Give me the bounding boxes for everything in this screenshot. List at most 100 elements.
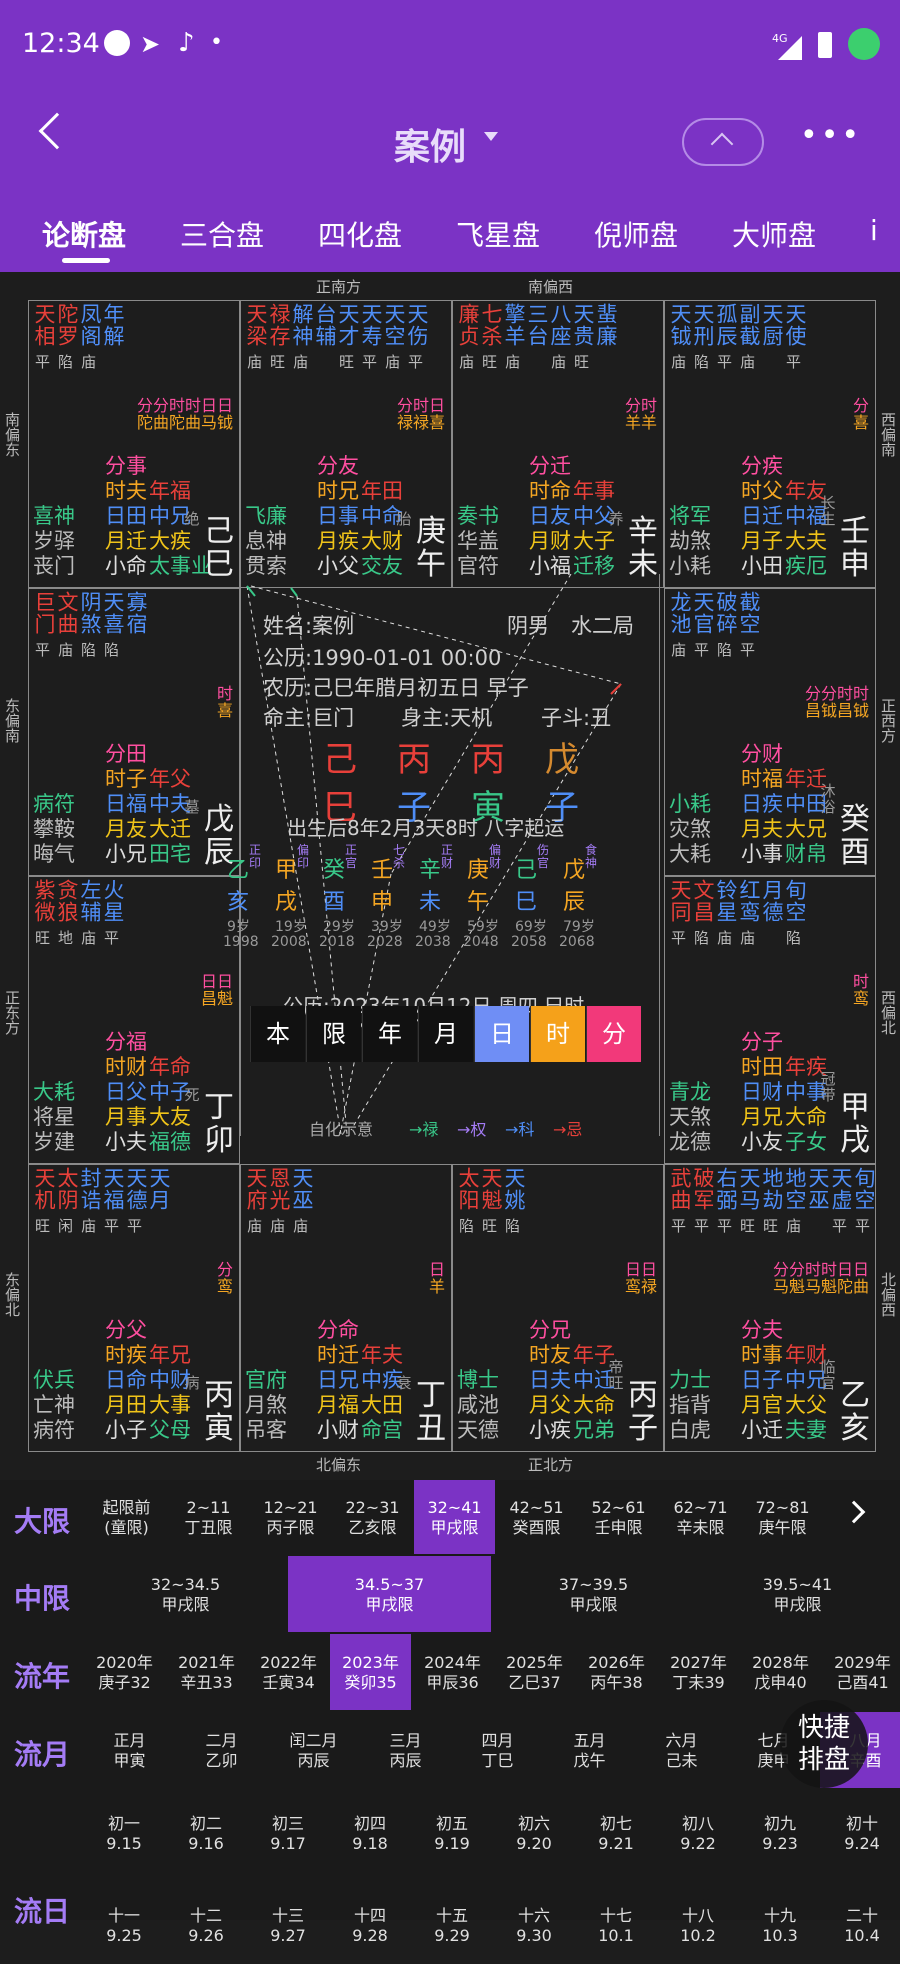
day-cell[interactable]: 十二 9.26 — [166, 1884, 246, 1964]
day-cell[interactable]: 十六 9.30 — [494, 1884, 574, 1964]
timeline-cell[interactable]: 闰二月 丙辰 — [268, 1712, 359, 1788]
flow-palace-label: 大兄 — [785, 817, 827, 841]
timeline-cell[interactable]: 52~61 壬申限 — [578, 1480, 659, 1554]
flow-palace-label: 年命 — [149, 1055, 191, 1079]
chevron-down-icon[interactable] — [484, 132, 498, 141]
collapse-button[interactable] — [682, 118, 764, 166]
timeline-cell[interactable]: 四月 丁巳 — [452, 1712, 543, 1788]
timeline-cell[interactable]: 六月 己未 — [636, 1712, 727, 1788]
chevron-right-icon[interactable] — [842, 1500, 866, 1524]
timeline-cell[interactable]: 2028年 戊申40 — [740, 1634, 821, 1710]
palace-cell[interactable]: 紫微旺贪狼地左辅庙火星平日日 昌魁 分福 时财 日父 月事 小夫 年命 中子 大友 福德 大耗 将星 岁建… — [28, 876, 240, 1164]
day-cell[interactable]: 二十 10.4 — [822, 1884, 900, 1964]
day-cell[interactable]: 十五 9.29 — [412, 1884, 492, 1964]
day-cell[interactable]: 十一 9.25 — [84, 1884, 164, 1964]
star-brightness: 平 — [35, 353, 51, 371]
dayun-year: 2038 — [415, 934, 451, 950]
timeline-cell[interactable]: 37~39.5 甲戌限 — [492, 1556, 695, 1632]
day-cell[interactable]: 初一 9.15 — [84, 1792, 164, 1872]
palace-cell[interactable]: 巨门平文曲庙阴煞陷天喜陷寡宿时喜分田 时子 日福 月友 小兄 年父 中夫 大迁 田宅 病符 攀鞍 晦气… — [28, 588, 240, 876]
timeline-cell[interactable]: 2029年 己酉41 — [822, 1634, 900, 1710]
timeline-cell[interactable]: 起限前 (童限) — [86, 1480, 167, 1554]
day-cell[interactable]: 十九 10.3 — [740, 1884, 820, 1964]
palace-cell[interactable]: 天钺庙天刑陷孤辰平副截庙天厨天使平分喜分疾 时父 日迁 月子 小田 年友 中福 大夫 疾厄 将军劫… — [664, 300, 876, 588]
time-button[interactable]: 分 — [586, 1006, 641, 1062]
palace-cell[interactable]: 廉贞庙七杀旺擎羊庙三台八座庙天贵旺蜚廉分时 羊羊 分迁 时命 日友 月财 小福 年事 中父 大子迁… — [452, 300, 664, 588]
timeline-cell[interactable]: 2024年 甲辰36 — [412, 1634, 493, 1710]
star-name: 陀 — [55, 303, 79, 323]
time-button[interactable]: 日 — [474, 1006, 529, 1062]
back-icon[interactable] — [38, 112, 76, 150]
day-cell[interactable]: 初三 9.17 — [248, 1792, 328, 1872]
palace-cell[interactable]: 天府庙恩光庙天巫庙日羊分命 时迁 日兄 月福 小财 年夫 中疾 大田 命宫 官府 月煞 吊客衰丁丑 — [240, 1164, 452, 1452]
timeline-cell[interactable]: 32~34.5 甲戌限 — [84, 1556, 287, 1632]
time-button[interactable]: 本 — [250, 1006, 305, 1062]
timeline-cell[interactable]: 2027年 丁未39 — [658, 1634, 739, 1710]
flow-palace-label: 时福 — [741, 767, 783, 791]
tab-lunduan[interactable]: 论断盘 — [42, 214, 126, 254]
palace-cell[interactable]: 太阳陷天魁旺天姚陷日日 鸾禄 分兄 时友 日夫 月父 小疾 年子 中迁 大命 兄弟 博士 咸池 天德 帝旺丙… — [452, 1164, 664, 1452]
timeline-cell[interactable]: 12~21 丙子限 — [250, 1480, 331, 1554]
day-cell[interactable]: 十四 9.28 — [330, 1884, 410, 1964]
day-cell[interactable]: 初九 9.23 — [740, 1792, 820, 1872]
day-cell[interactable]: 初五 9.19 — [412, 1792, 492, 1872]
quick-chart-button[interactable]: 快捷排盘 — [780, 1700, 868, 1788]
time-button[interactable]: 月 — [418, 1006, 473, 1062]
timeline-cell[interactable]: 三月 丙辰 — [360, 1712, 451, 1788]
timeline-cell[interactable]: 2025年 乙巳37 — [494, 1634, 575, 1710]
timeline-cell[interactable]: 39.5~41 甲戌限 — [696, 1556, 899, 1632]
tab-more[interactable]: i — [870, 214, 878, 247]
tab-dashi[interactable]: 大师盘 — [732, 214, 816, 254]
day-cell[interactable]: 十七 10.1 — [576, 1884, 656, 1964]
palace-cell[interactable]: 天机旺太阴闲封诰庙天福平天德平天月分鸾分父 时疾 日命 月田 小子 年兄 中财 大事 父母 伏兵亡… — [28, 1164, 240, 1452]
time-button[interactable]: 年 — [362, 1006, 417, 1062]
timeline-cell[interactable]: 2026年 丙午38 — [576, 1634, 657, 1710]
timeline-cell[interactable]: 42~51 癸酉限 — [496, 1480, 577, 1554]
time-button[interactable]: 限 — [306, 1006, 361, 1062]
day-cell[interactable]: 初二 9.16 — [166, 1792, 246, 1872]
timeline-cell[interactable]: 72~81 庚午限 — [742, 1480, 823, 1554]
star-name: 弼 — [714, 1189, 738, 1209]
flow-palace-label: 月迁 — [105, 529, 147, 553]
day-cell[interactable]: 初十 9.24 — [822, 1792, 900, 1872]
day-cell[interactable]: 初四 9.18 — [330, 1792, 410, 1872]
tab-feixing[interactable]: 飞星盘 — [456, 214, 540, 254]
palace-cell[interactable]: 天梁庙禄存旺解神庙台辅天才旺天寿平天空庙天伤平分时日 禄禄喜 分友 时兄 日事 月疾 小父年… — [240, 300, 452, 588]
palace-cell[interactable]: 武曲平破军平右弼平天马旺地劫旺地空庙天巫天虚平旬空平分分时时日日 马魁马魁陀曲 分夫… — [664, 1164, 876, 1452]
star-name: 旬 — [852, 1167, 876, 1187]
page-title[interactable]: 案例 — [394, 118, 466, 170]
timeline-cell[interactable]: 22~31 乙亥限 — [332, 1480, 413, 1554]
god-name: 将星 — [33, 1105, 75, 1129]
more-options-icon[interactable]: ••• — [800, 118, 862, 153]
timeline-cell[interactable]: 2020年 庚子32 — [84, 1634, 165, 1710]
timeline-cell[interactable]: 2023年 癸卯35 — [330, 1634, 411, 1710]
day-cell[interactable]: 初七 9.21 — [576, 1792, 656, 1872]
tab-nishi[interactable]: 倪师盘 — [594, 214, 678, 254]
day-cell[interactable]: 初六 9.20 — [494, 1792, 574, 1872]
lunar-date: 农历:己巳年腊月初五日 早子 — [263, 676, 529, 700]
day-cell[interactable]: 初八 9.22 — [658, 1792, 738, 1872]
timeline-cell[interactable]: 正月 甲寅 — [84, 1712, 175, 1788]
tab-sanhe[interactable]: 三合盘 — [180, 214, 264, 254]
timeline-cell[interactable]: 五月 戊午 — [544, 1712, 635, 1788]
tab-sihua[interactable]: 四化盘 — [318, 214, 402, 254]
timeline-cell[interactable]: 2022年 壬寅34 — [248, 1634, 329, 1710]
dayun-gan: 壬 — [371, 858, 394, 883]
star-name: 空 — [783, 1189, 807, 1209]
god-name: 咸池 — [457, 1393, 499, 1417]
bazi-gan: 己 — [323, 740, 357, 780]
flow-palace-label: 月兄 — [741, 1105, 783, 1129]
timeline-cell[interactable]: 2~11 丁丑限 — [168, 1480, 249, 1554]
day-cell[interactable]: 十八 10.2 — [658, 1884, 738, 1964]
timeline-cell[interactable]: 32~41 甲戌限 — [414, 1480, 495, 1554]
timeline-cell[interactable]: 2021年 辛丑33 — [166, 1634, 247, 1710]
timeline-cell[interactable]: 34.5~37 甲戌限 — [288, 1556, 491, 1632]
palace-cell[interactable]: 天同平文昌陷铃星庙红鸾庙月德旬空陷时鸾分子 时田 日财 月兄 小友 年疾 中事 大命 子女 青龙天… — [664, 876, 876, 1164]
palace-cell[interactable]: 天相平陀罗陷凤阁庙年解分分时时日日 陀曲陀曲马钺 分事 时夫 日田 月迁 小命 年福 中兄 大疾太… — [28, 300, 240, 588]
timeline-cell[interactable]: 二月 乙卯 — [176, 1712, 267, 1788]
palace-cell[interactable]: 龙池庙天官平破碎陷截空平分分时时 昌钺昌钺 分财 时福 日疾 月夫 小事 年迁 中田 大兄 财帛 小耗… — [664, 588, 876, 876]
time-button[interactable]: 时 — [530, 1006, 585, 1062]
timeline-cell[interactable]: 62~71 辛未限 — [660, 1480, 741, 1554]
star-brightness: 旺 — [35, 929, 51, 947]
day-cell[interactable]: 十三 9.27 — [248, 1884, 328, 1964]
